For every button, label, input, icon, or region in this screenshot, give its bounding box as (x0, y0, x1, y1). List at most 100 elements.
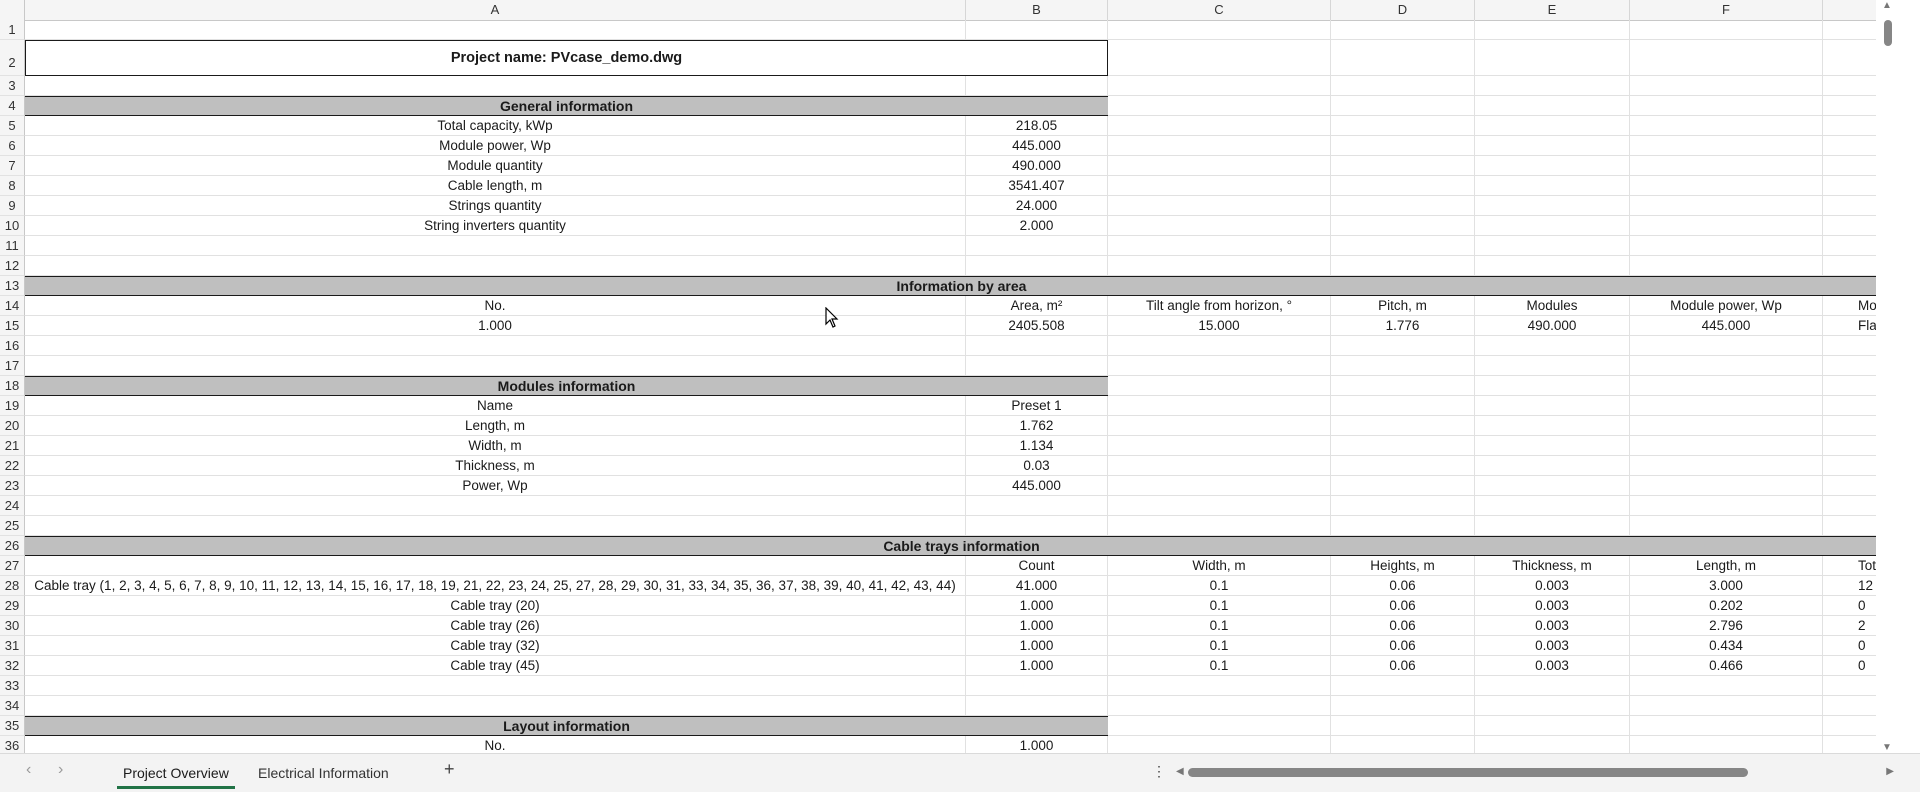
label-cell[interactable]: Width, m (25, 436, 966, 456)
grid-cell[interactable] (1475, 20, 1630, 40)
grid-cell[interactable] (1475, 236, 1630, 256)
row-header[interactable]: 5 (0, 116, 25, 136)
value-cell[interactable]: 0.003 (1475, 616, 1630, 636)
row-header[interactable]: 27 (0, 556, 25, 576)
value-cell[interactable]: 2405.508 (966, 316, 1108, 336)
scroll-left-icon[interactable]: ◀ (1176, 766, 1184, 777)
grid-cell[interactable] (1630, 336, 1823, 356)
row-header[interactable]: 3 (0, 76, 25, 96)
grid-cell[interactable] (1475, 96, 1630, 116)
table-header-cell[interactable]: Pitch, m (1331, 296, 1475, 316)
grid-cell[interactable] (966, 496, 1108, 516)
row-header[interactable]: 23 (0, 476, 25, 496)
grid-cell[interactable] (1331, 396, 1475, 416)
value-cell[interactable]: 0.06 (1331, 576, 1475, 596)
grid-cell[interactable] (966, 516, 1108, 536)
grid-cell[interactable] (1475, 216, 1630, 236)
value-cell[interactable]: 0.003 (1475, 596, 1630, 616)
value-cell[interactable]: 1.000 (966, 616, 1108, 636)
grid-cell[interactable] (966, 256, 1108, 276)
section-layout-information[interactable]: Layout information (25, 716, 1108, 736)
row-header[interactable]: 2 (0, 40, 25, 76)
column-header-c[interactable]: C (1108, 0, 1331, 20)
grid-cell[interactable] (1331, 156, 1475, 176)
label-cell[interactable]: Strings quantity (25, 196, 966, 216)
row-header[interactable]: 18 (0, 376, 25, 396)
table-header-cell[interactable]: Area, m² (966, 296, 1108, 316)
grid-cell[interactable] (1108, 20, 1331, 40)
value-cell[interactable]: 2.000 (966, 216, 1108, 236)
row-header[interactable]: 9 (0, 196, 25, 216)
row-header[interactable]: 16 (0, 336, 25, 356)
row-header[interactable]: 22 (0, 456, 25, 476)
tab-electrical-information[interactable]: Electrical Information (252, 760, 395, 786)
label-cell[interactable]: Module power, Wp (25, 136, 966, 156)
section-cable-trays-information[interactable]: Cable trays information (25, 536, 1898, 556)
value-cell[interactable]: 0.06 (1331, 656, 1475, 676)
value-cell[interactable]: 445.000 (966, 136, 1108, 156)
grid-cell[interactable] (1630, 20, 1823, 40)
table-header-cell[interactable]: Count (966, 556, 1108, 576)
table-header-cell[interactable]: Heights, m (1331, 556, 1475, 576)
value-cell[interactable]: 1.000 (966, 636, 1108, 656)
grid-cell[interactable] (1108, 416, 1331, 436)
grid-cell[interactable] (1331, 356, 1475, 376)
grid-cell[interactable] (1630, 156, 1823, 176)
grid-cell[interactable] (1108, 116, 1331, 136)
table-header-cell[interactable]: Module power, Wp (1630, 296, 1823, 316)
section-modules-information[interactable]: Modules information (25, 376, 1108, 396)
grid-cell[interactable] (1331, 496, 1475, 516)
row-header[interactable]: 10 (0, 216, 25, 236)
grid-cell[interactable] (1108, 516, 1331, 536)
grid-cell[interactable] (1630, 236, 1823, 256)
row-header[interactable]: 4 (0, 96, 25, 116)
row-header[interactable]: 34 (0, 696, 25, 716)
grid-cell[interactable] (1331, 96, 1475, 116)
grid-cell[interactable] (1630, 376, 1823, 396)
label-cell[interactable]: Total capacity, kWp (25, 116, 966, 136)
row-header[interactable]: 31 (0, 636, 25, 656)
grid-cell[interactable] (1108, 336, 1331, 356)
grid-cell[interactable] (25, 20, 966, 40)
label-cell[interactable]: Power, Wp (25, 476, 966, 496)
table-header-cell[interactable] (25, 556, 966, 576)
grid-cell[interactable] (1331, 336, 1475, 356)
grid-cell[interactable] (1630, 116, 1823, 136)
value-cell[interactable]: 445.000 (1630, 316, 1823, 336)
value-cell[interactable]: 0.003 (1475, 656, 1630, 676)
value-cell[interactable]: 15.000 (1108, 316, 1331, 336)
label-cell[interactable]: Cable tray (45) (25, 656, 966, 676)
grid-cell[interactable] (25, 336, 966, 356)
chevron-left-icon[interactable]: ‹ (26, 761, 31, 779)
grid-cell[interactable] (1475, 456, 1630, 476)
spreadsheet-grid[interactable]: ABCDEF 1 2 Project name: PVcase_demo.dwg 3 4… (0, 0, 1898, 753)
row-header[interactable]: 20 (0, 416, 25, 436)
table-header-cell[interactable]: Thickness, m (1475, 556, 1630, 576)
value-cell[interactable]: 2.796 (1630, 616, 1823, 636)
grid-cell[interactable] (1331, 216, 1475, 236)
grid-cell[interactable] (1108, 256, 1331, 276)
grid-cell[interactable] (1475, 716, 1630, 736)
row-header[interactable]: 29 (0, 596, 25, 616)
grid-cell[interactable] (966, 336, 1108, 356)
grid-cell[interactable] (1331, 696, 1475, 716)
section-general-information[interactable]: General information (25, 96, 1108, 116)
grid-cell[interactable] (1475, 416, 1630, 436)
grid-cell[interactable] (1108, 40, 1331, 76)
grid-cell[interactable] (966, 76, 1108, 96)
grid-cell[interactable] (1108, 476, 1331, 496)
column-header-d[interactable]: D (1331, 0, 1475, 20)
value-cell[interactable]: 0.003 (1475, 636, 1630, 656)
grid-cell[interactable] (1475, 476, 1630, 496)
grid-cell[interactable] (1475, 356, 1630, 376)
grid-cell[interactable] (1475, 396, 1630, 416)
value-cell[interactable]: 0.466 (1630, 656, 1823, 676)
grid-cell[interactable] (1630, 196, 1823, 216)
table-header-cell[interactable]: Modules (1475, 296, 1630, 316)
grid-cell[interactable] (1331, 76, 1475, 96)
label-cell[interactable]: Name (25, 396, 966, 416)
grid-cell[interactable] (1108, 356, 1331, 376)
grid-cell[interactable] (1475, 76, 1630, 96)
grid-cell[interactable] (1108, 696, 1331, 716)
value-cell[interactable]: 1.000 (966, 596, 1108, 616)
